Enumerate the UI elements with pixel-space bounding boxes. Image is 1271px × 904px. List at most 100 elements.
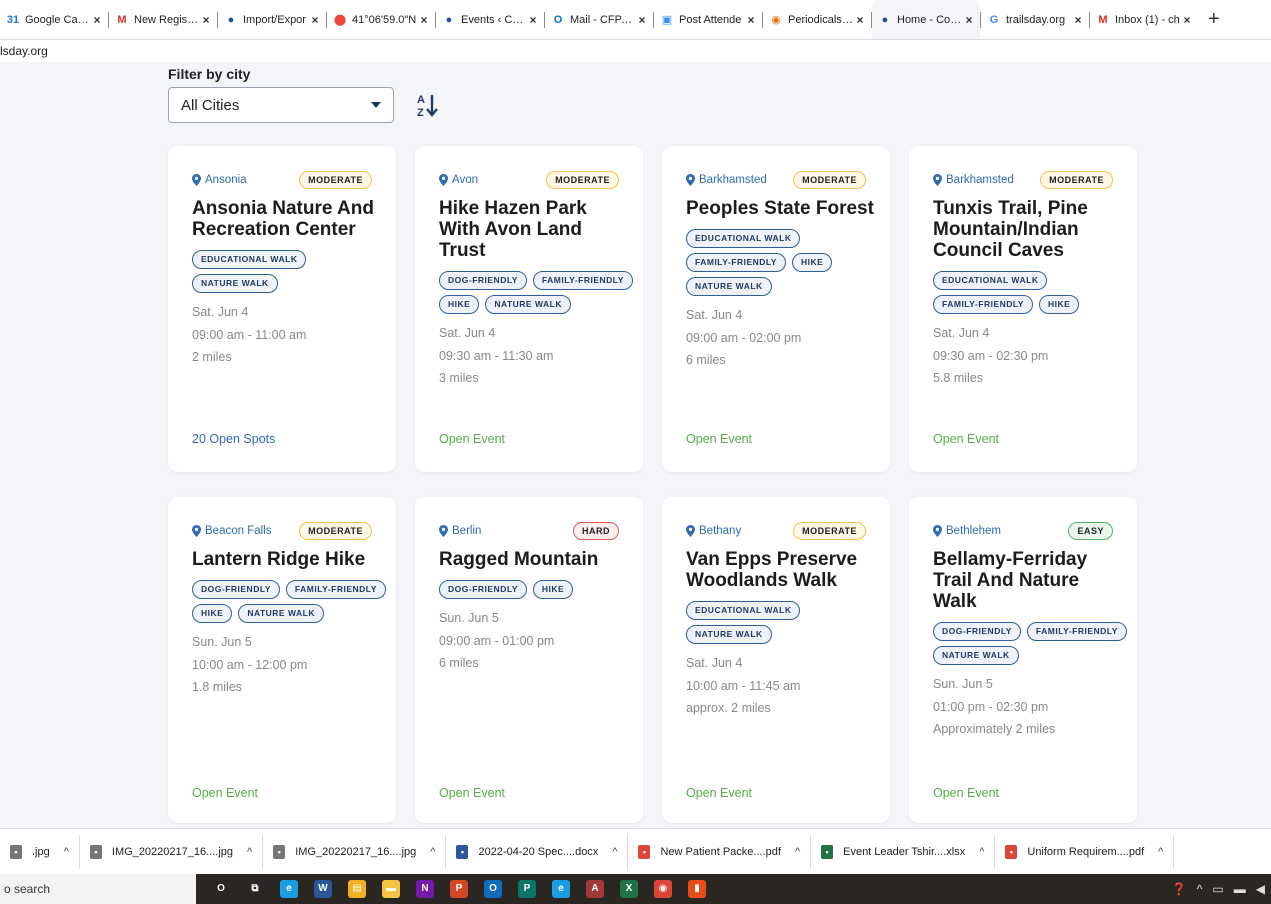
- outlook-icon[interactable]: O: [479, 878, 507, 900]
- download-item[interactable]: ▪ .jpg ^: [0, 834, 80, 869]
- chevron-up-icon[interactable]: ^: [64, 846, 69, 858]
- event-status[interactable]: Open Event: [686, 432, 752, 446]
- browser-tab[interactable]: ● Home - Conn ×: [872, 0, 980, 39]
- event-location: Bethany: [686, 525, 741, 537]
- taskbar-search-input[interactable]: o search: [0, 874, 196, 904]
- event-tag: HIKE: [439, 295, 480, 314]
- city-filter-select[interactable]: All Cities: [168, 87, 394, 123]
- event-date: Sat. Jun 4: [686, 308, 743, 322]
- download-item[interactable]: ▪ IMG_20220217_16....jpg ^: [263, 834, 447, 869]
- close-icon[interactable]: ×: [853, 13, 867, 27]
- sort-az-button[interactable]: A Z: [414, 90, 444, 120]
- network-icon[interactable]: ▭: [1212, 882, 1223, 896]
- download-item[interactable]: ▪ IMG_20220217_16....jpg ^: [80, 834, 264, 869]
- ie-icon[interactable]: e: [547, 878, 575, 900]
- chevron-up-icon[interactable]: ^: [1197, 882, 1203, 896]
- event-card[interactable]: Bethany MODERATE Van Epps Preserve Woodlan…: [662, 497, 890, 823]
- windows-taskbar: o search O ⧉ e W ▤ ▬ N P O Pe A X ◉ ▮ ❓ ^ ▭ ▬ ◀: [0, 874, 1271, 904]
- powerpoint-icon[interactable]: P: [445, 878, 473, 900]
- map-pin-icon: [686, 525, 695, 537]
- browser-tab[interactable]: M New Registrat ×: [109, 6, 217, 34]
- chrome-icon[interactable]: ◉: [649, 878, 677, 900]
- task-view-icon[interactable]: ⧉: [241, 878, 269, 900]
- browser-tab[interactable]: Gtrailsday.org ×: [981, 6, 1089, 34]
- close-icon[interactable]: ×: [1180, 13, 1194, 27]
- chevron-up-icon[interactable]: ^: [1158, 846, 1163, 858]
- chevron-up-icon[interactable]: ^: [979, 846, 984, 858]
- volume-icon[interactable]: ◀: [1256, 882, 1265, 896]
- event-distance: approx. 2 miles: [686, 701, 771, 715]
- event-info: Sun. Jun 5 09:00 am - 01:00 pm 6 miles: [439, 607, 554, 675]
- event-title[interactable]: Ragged Mountain: [439, 549, 629, 570]
- close-icon[interactable]: ×: [308, 13, 322, 27]
- edge-icon[interactable]: e: [275, 878, 303, 900]
- chevron-up-icon[interactable]: ^: [430, 846, 435, 858]
- store-icon[interactable]: ▤: [343, 878, 371, 900]
- event-card[interactable]: Ansonia MODERATE Ansonia Nature And Recrea…: [168, 146, 396, 472]
- excel-icon[interactable]: X: [615, 878, 643, 900]
- close-icon[interactable]: ×: [1071, 13, 1085, 27]
- event-title[interactable]: Ansonia Nature And Recreation Center: [192, 198, 382, 240]
- close-icon[interactable]: ×: [526, 13, 540, 27]
- browser-tab[interactable]: ● Import/Expor ×: [218, 6, 326, 34]
- office-icon[interactable]: ▮: [683, 878, 711, 900]
- chrome-pdf-icon: ▪: [1005, 844, 1018, 859]
- event-status[interactable]: 20 Open Spots: [192, 432, 275, 446]
- browser-tab[interactable]: ⬤ 41°06'59.0"N ×: [327, 6, 435, 34]
- event-tag: DOG-FRIENDLY: [192, 580, 280, 599]
- event-status[interactable]: Open Event: [933, 432, 999, 446]
- browser-tab[interactable]: ▣ Post Attende ×: [654, 6, 762, 34]
- event-status[interactable]: Open Event: [439, 432, 505, 446]
- site-icon: ●: [227, 13, 235, 26]
- event-card[interactable]: Avon MODERATE Hike Hazen Park With Avon La…: [415, 146, 643, 472]
- event-status[interactable]: Open Event: [192, 786, 258, 800]
- event-title[interactable]: Hike Hazen Park With Avon Land Trust: [439, 198, 629, 261]
- chevron-up-icon[interactable]: ^: [795, 846, 800, 858]
- event-card[interactable]: Berlin HARD Ragged Mountain DOG-FRIENDLY HIK…: [415, 497, 643, 823]
- chevron-up-icon[interactable]: ^: [247, 846, 252, 858]
- browser-tab[interactable]: O Mail - CFPA T ×: [545, 6, 653, 34]
- download-item[interactable]: ▪ Uniform Requirem....pdf ^: [995, 834, 1175, 869]
- event-card[interactable]: Barkhamsted MODERATE Peoples State Forest E…: [662, 146, 890, 472]
- onenote-icon[interactable]: N: [411, 878, 439, 900]
- browser-tab[interactable]: ● Events ‹ Conn ×: [436, 6, 544, 34]
- download-item[interactable]: ▪ 2022-04-20 Spec....docx ^: [446, 834, 629, 869]
- event-card[interactable]: Beacon Falls MODERATE Lantern Ridge Hike DO…: [168, 497, 396, 823]
- event-distance: Approximately 2 miles: [933, 722, 1056, 736]
- close-icon[interactable]: ×: [635, 13, 649, 27]
- event-title[interactable]: Peoples State Forest: [686, 198, 876, 219]
- event-status[interactable]: Open Event: [933, 786, 999, 800]
- event-card[interactable]: Bethlehem EASY Bellamy-Ferriday Trail And …: [909, 497, 1137, 823]
- publisher-icon[interactable]: P: [513, 878, 541, 900]
- cortana-icon[interactable]: O: [207, 878, 235, 900]
- close-icon[interactable]: ×: [417, 13, 431, 27]
- access-icon[interactable]: A: [581, 878, 609, 900]
- close-icon[interactable]: ×: [744, 13, 758, 27]
- event-title[interactable]: Bellamy-Ferriday Trail And Nature Walk: [933, 549, 1123, 612]
- event-title[interactable]: Van Epps Preserve Woodlands Walk: [686, 549, 876, 591]
- event-status[interactable]: Open Event: [686, 786, 752, 800]
- map-pin-icon: [933, 174, 942, 186]
- battery-icon[interactable]: ▬: [1234, 882, 1246, 896]
- address-bar[interactable]: lsday.org: [0, 40, 1271, 62]
- browser-tab[interactable]: M Inbox (1) - ch ×: [1090, 6, 1198, 34]
- event-card[interactable]: Barkhamsted MODERATE Tunxis Trail, Pine Mo…: [909, 146, 1137, 472]
- file-explorer-icon[interactable]: ▬: [377, 878, 405, 900]
- tab-title: Periodicals in: [788, 13, 853, 26]
- word-icon[interactable]: W: [309, 878, 337, 900]
- close-icon[interactable]: ×: [90, 13, 104, 27]
- event-title[interactable]: Tunxis Trail, Pine Mountain/Indian Counc…: [933, 198, 1123, 261]
- close-icon[interactable]: ×: [199, 13, 213, 27]
- download-item[interactable]: ▪ New Patient Packe....pdf ^: [628, 834, 812, 869]
- event-status[interactable]: Open Event: [439, 786, 505, 800]
- browser-tab[interactable]: ◉ Periodicals in ×: [763, 6, 871, 34]
- browser-tab[interactable]: 31 Google Calen ×: [0, 6, 108, 34]
- chevron-up-icon[interactable]: ^: [612, 846, 617, 858]
- event-city: Avon: [452, 174, 479, 186]
- close-icon[interactable]: ×: [962, 13, 976, 27]
- event-title[interactable]: Lantern Ridge Hike: [192, 549, 382, 570]
- download-item[interactable]: ▪ Event Leader Tshir....xlsx ^: [811, 834, 996, 869]
- help-icon[interactable]: ❓: [1172, 882, 1187, 896]
- event-tag: EDUCATIONAL WALK: [686, 229, 801, 248]
- new-tab-button[interactable]: +: [1198, 8, 1230, 31]
